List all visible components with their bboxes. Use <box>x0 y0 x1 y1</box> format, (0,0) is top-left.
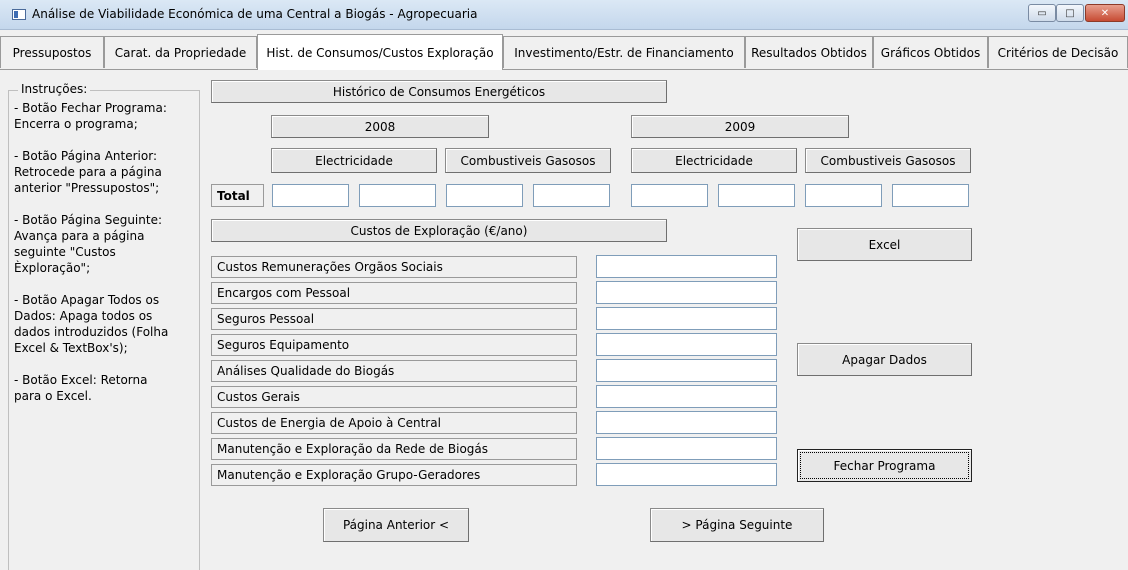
cost-row-label: Custos Remunerações Orgãos Sociais <box>211 256 577 278</box>
total-electricity-2008-field[interactable] <box>272 184 349 207</box>
tab-investimento[interactable]: Investimento/Estr. de Financiamento <box>503 36 745 68</box>
cost-row-label: Custos Gerais <box>211 386 577 408</box>
total-gas-2008-field-a[interactable] <box>359 184 436 207</box>
total-gas-2009-field-b[interactable] <box>805 184 882 207</box>
tab-strip: Pressupostos Carat. da Propriedade Hist.… <box>0 34 1128 70</box>
cost-row-label: Análises Qualidade do Biogás <box>211 360 577 382</box>
electricity-2009-header: Electricidade <box>631 148 797 173</box>
fechar-programa-button[interactable]: Fechar Programa <box>797 449 972 482</box>
tab-hist-consumos[interactable]: Hist. de Consumos/Custos Exploração <box>257 34 503 70</box>
app-icon <box>12 9 26 20</box>
tab-graficos[interactable]: Gráficos Obtidos <box>873 36 988 68</box>
pagina-anterior-button[interactable]: Página Anterior < <box>323 508 469 542</box>
total-gas-2008-field-c[interactable] <box>533 184 610 207</box>
close-button[interactable]: ✕ <box>1085 4 1125 22</box>
total-label: Total <box>211 184 264 207</box>
cost-row-label: Manutenção e Exploração Grupo-Geradores <box>211 464 577 486</box>
cost-input[interactable] <box>596 411 777 434</box>
cost-input[interactable] <box>596 385 777 408</box>
instructions-text: - Botão Fechar Programa: Encerra o progr… <box>14 101 169 403</box>
cost-row-label: Seguros Pessoal <box>211 308 577 330</box>
cost-input[interactable] <box>596 463 777 486</box>
costs-header: Custos de Exploração (€/ano) <box>211 219 667 242</box>
cost-input[interactable] <box>596 333 777 356</box>
total-gas-2008-field-b[interactable] <box>446 184 523 207</box>
cost-row-label: Encargos com Pessoal <box>211 282 577 304</box>
history-header: Histórico de Consumos Energéticos <box>211 80 667 103</box>
window-title: Análise de Viabilidade Económica de uma … <box>32 7 478 21</box>
cost-input[interactable] <box>596 437 777 460</box>
electricity-2008-header: Electricidade <box>271 148 437 173</box>
year-2008-header: 2008 <box>271 115 489 138</box>
cost-input[interactable] <box>596 255 777 278</box>
cost-row-label: Manutenção e Exploração da Rede de Biogá… <box>211 438 577 460</box>
title-bar: Análise de Viabilidade Económica de uma … <box>0 0 1128 30</box>
instructions-legend: Instruções: <box>18 82 91 96</box>
cost-input[interactable] <box>596 307 777 330</box>
excel-button[interactable]: Excel <box>797 228 972 261</box>
minimize-button[interactable]: ▭ <box>1028 4 1056 22</box>
tab-resultados[interactable]: Resultados Obtidos <box>745 36 873 68</box>
total-electricity-2009-field[interactable] <box>631 184 708 207</box>
tab-criterios[interactable]: Critérios de Decisão <box>988 36 1128 68</box>
gas-2009-header: Combustiveis Gasosos <box>805 148 971 173</box>
apagar-dados-button[interactable]: Apagar Dados <box>797 343 972 376</box>
maximize-button[interactable]: □ <box>1056 4 1084 22</box>
total-gas-2009-field-c[interactable] <box>892 184 969 207</box>
tab-divider <box>0 69 1128 70</box>
year-2009-header: 2009 <box>631 115 849 138</box>
cost-input[interactable] <box>596 359 777 382</box>
total-gas-2009-field-a[interactable] <box>718 184 795 207</box>
cost-input[interactable] <box>596 281 777 304</box>
tab-carat-propriedade[interactable]: Carat. da Propriedade <box>104 36 257 68</box>
gas-2008-header: Combustiveis Gasosos <box>445 148 611 173</box>
tab-pressupostos[interactable]: Pressupostos <box>0 36 104 68</box>
cost-row-label: Custos de Energia de Apoio à Central <box>211 412 577 434</box>
cost-row-label: Seguros Equipamento <box>211 334 577 356</box>
pagina-seguinte-button[interactable]: > Página Seguinte <box>650 508 824 542</box>
